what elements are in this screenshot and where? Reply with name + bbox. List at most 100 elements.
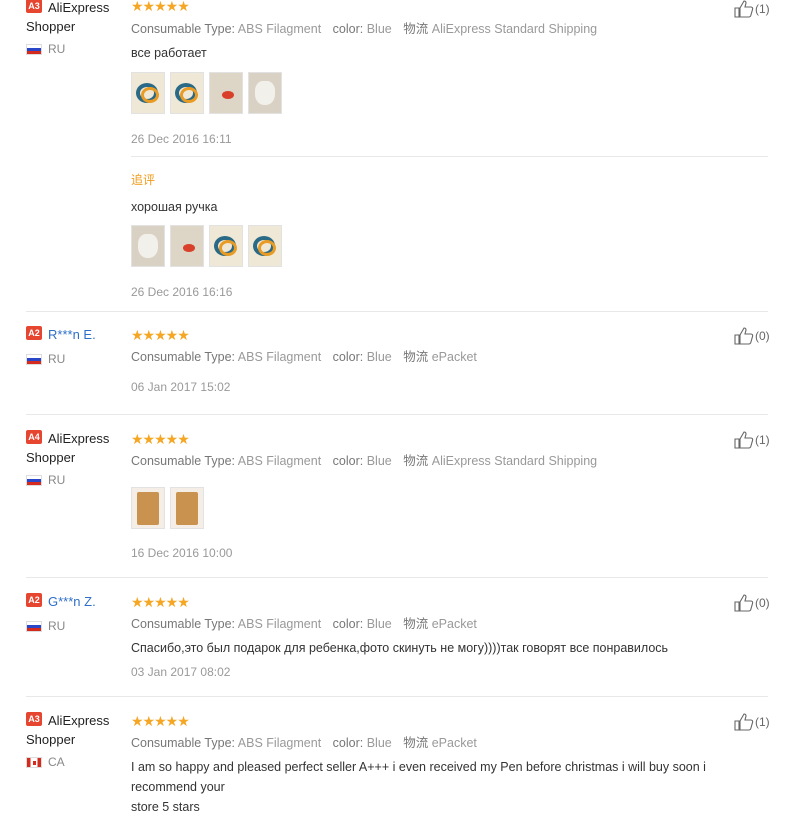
color-value: Blue	[366, 617, 392, 631]
russia-flag-icon	[26, 353, 42, 365]
review-photo[interactable]	[131, 487, 165, 529]
review-photo[interactable]	[170, 72, 204, 114]
reviewer-country: RU	[26, 619, 96, 633]
consumable-value: ABS Filagment	[237, 454, 322, 468]
reviewer-name-line2: Shopper	[26, 450, 76, 465]
reviewer-country: CA	[26, 755, 109, 769]
review-photo[interactable]	[170, 487, 204, 529]
helpful-button[interactable]: (1)	[734, 713, 770, 731]
thumbs-up-icon	[734, 0, 754, 18]
thumbs-up-icon	[734, 431, 754, 449]
shipping-label: 物流	[403, 454, 429, 468]
shipping-label: 物流	[403, 617, 429, 631]
reviewer-name: AliExpress	[48, 431, 110, 446]
shipping-label: 物流	[403, 736, 429, 750]
reviewer-name: AliExpress	[48, 713, 110, 728]
review-photo[interactable]	[209, 72, 243, 114]
reviewer-name: AliExpress	[48, 0, 110, 15]
review-divider	[26, 577, 768, 578]
russia-flag-icon	[26, 620, 42, 632]
order-info: Consumable Type: ABS Filagment color: Bl…	[131, 735, 485, 751]
shipping-value: ePacket	[431, 736, 477, 750]
reviewer-info: A3 AliExpress Shopper CA	[26, 711, 109, 769]
helpful-button[interactable]: (1)	[734, 431, 770, 449]
followup-label: 追评	[131, 173, 156, 187]
country-code: RU	[48, 619, 66, 633]
shipping-value: AliExpress Standard Shipping	[431, 454, 598, 468]
color-label: color:	[332, 22, 364, 36]
reviewer-info: A2 G***n Z. RU	[26, 592, 96, 633]
reviewer-info: A4 AliExpress Shopper RU	[26, 429, 109, 487]
color-value: Blue	[366, 736, 392, 750]
review-photos	[131, 487, 209, 529]
color-label: color:	[332, 454, 364, 468]
buyer-level-badge: A4	[26, 430, 42, 444]
buyer-level-badge: A3	[26, 712, 42, 726]
followup-text: хорошая ручка	[131, 200, 218, 214]
star-rating: ★★★★★	[131, 0, 190, 14]
review-photo[interactable]	[209, 225, 243, 267]
shipping-value: ePacket	[431, 617, 477, 631]
consumable-label: Consumable Type:	[131, 454, 235, 468]
reviewer-name[interactable]: R***n E.	[48, 325, 96, 344]
thumbs-up-icon	[734, 713, 754, 731]
buyer-level-badge: A2	[26, 326, 42, 340]
order-info: Consumable Type: ABS Filagment color: Bl…	[131, 21, 605, 37]
review-text: Спасибо,это был подарок для ребенка,фото…	[131, 641, 669, 655]
star-rating: ★★★★★	[131, 594, 190, 610]
order-info: Consumable Type: ABS Filagment color: Bl…	[131, 349, 485, 365]
consumable-label: Consumable Type:	[131, 617, 235, 631]
review-date: 03 Jan 2017 08:02	[131, 665, 231, 679]
reviewer-info: A3 AliExpress Shopper RU	[26, 0, 109, 56]
reviewer-country: RU	[26, 473, 109, 487]
reviewer-name-line2: Shopper	[26, 19, 76, 34]
shipping-value: AliExpress Standard Shipping	[431, 22, 598, 36]
review-photo[interactable]	[131, 72, 165, 114]
buyer-level-badge: A3	[26, 0, 42, 13]
country-code: RU	[48, 352, 66, 366]
order-info: Consumable Type: ABS Filagment color: Bl…	[131, 453, 605, 469]
color-label: color:	[332, 617, 364, 631]
russia-flag-icon	[26, 474, 42, 486]
country-code: RU	[48, 473, 66, 487]
consumable-value: ABS Filagment	[237, 736, 322, 750]
helpful-count: (1)	[755, 2, 770, 16]
divider	[131, 156, 768, 157]
reviewer-country: RU	[26, 42, 109, 56]
review-photo[interactable]	[131, 225, 165, 267]
consumable-label: Consumable Type:	[131, 736, 235, 750]
review-photo[interactable]	[170, 225, 204, 267]
review-divider	[26, 311, 768, 312]
color-value: Blue	[366, 350, 392, 364]
color-value: Blue	[366, 454, 392, 468]
shipping-value: ePacket	[431, 350, 477, 364]
review-text: I am so happy and pleased perfect seller…	[131, 757, 771, 817]
review-photo[interactable]	[248, 72, 282, 114]
review-date: 06 Jan 2017 15:02	[131, 380, 231, 394]
star-rating: ★★★★★	[131, 327, 190, 343]
review-divider	[26, 696, 768, 697]
review-text: все работает	[131, 46, 207, 60]
helpful-button[interactable]: (1)	[734, 0, 770, 18]
canada-flag-icon	[26, 756, 42, 768]
helpful-button[interactable]: (0)	[734, 594, 770, 612]
review-photo[interactable]	[248, 225, 282, 267]
review-date: 16 Dec 2016 10:00	[131, 546, 233, 560]
helpful-count: (1)	[755, 433, 770, 447]
country-code: RU	[48, 42, 66, 56]
reviewer-country: RU	[26, 352, 96, 366]
consumable-label: Consumable Type:	[131, 350, 235, 364]
helpful-button[interactable]: (0)	[734, 327, 770, 345]
star-rating: ★★★★★	[131, 713, 190, 729]
consumable-value: ABS Filagment	[237, 350, 322, 364]
followup-date: 26 Dec 2016 16:16	[131, 285, 233, 299]
review-divider	[26, 414, 768, 415]
followup-photos	[131, 225, 287, 267]
color-value: Blue	[366, 22, 392, 36]
order-info: Consumable Type: ABS Filagment color: Bl…	[131, 616, 485, 632]
country-code: CA	[48, 755, 65, 769]
helpful-count: (0)	[755, 329, 770, 343]
star-rating: ★★★★★	[131, 431, 190, 447]
reviewer-name[interactable]: G***n Z.	[48, 592, 96, 611]
shipping-label: 物流	[403, 350, 429, 364]
